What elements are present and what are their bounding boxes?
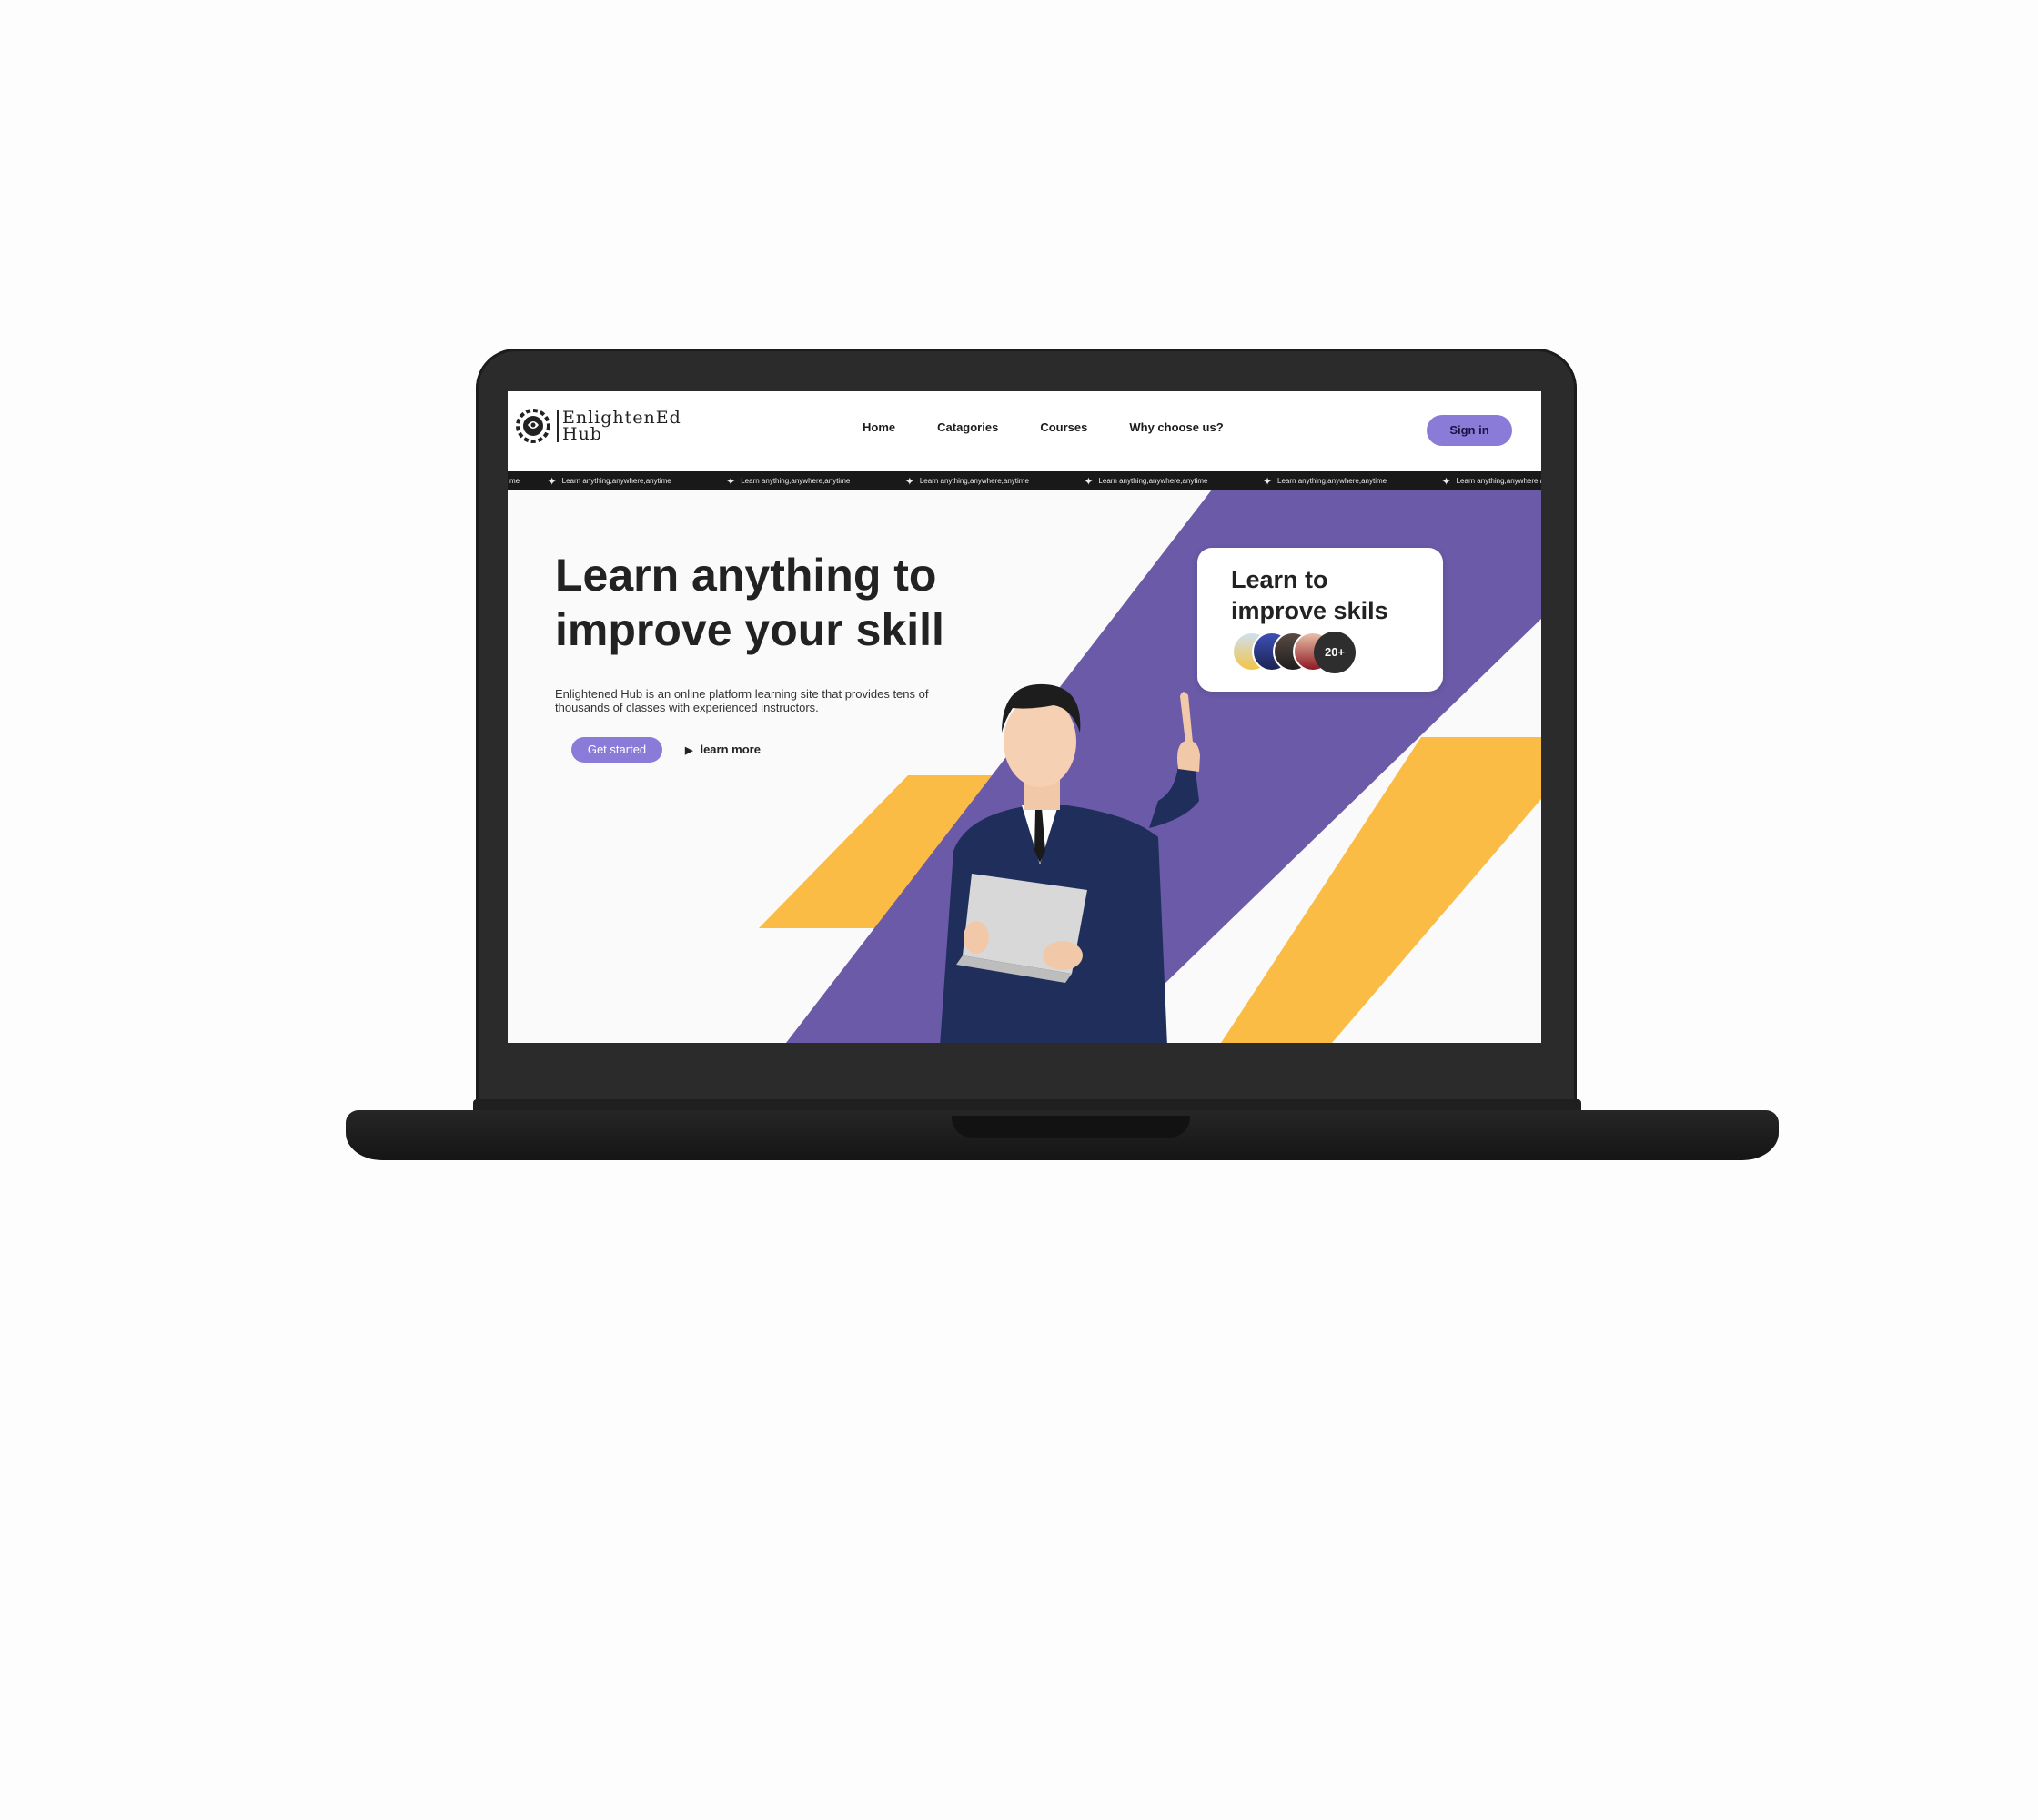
play-icon: ▶ [685, 745, 693, 756]
ticker-text: Learn anything,anywhere,anytime [741, 477, 851, 485]
learn-more-label: learn more [700, 743, 761, 756]
brand-name: EnlightenEd Hub [557, 410, 681, 444]
nav-why-choose-us[interactable]: Why choose us? [1129, 420, 1223, 434]
main-nav: Home Catagories Courses Why choose us? [863, 420, 1224, 434]
ticker-item: ✦ Learn anything,anywhere,anytime [548, 472, 671, 490]
learn-to-improve-card[interactable]: Learn to improve skils 20+ [1197, 548, 1443, 692]
ticker-text: Learn anything,anywhere,anytime [919, 477, 1029, 485]
sparkle-icon: ✦ [1262, 474, 1273, 488]
sparkle-icon: ✦ [726, 474, 736, 488]
sign-in-button[interactable]: Sign in [1427, 415, 1512, 446]
sparkle-icon: ✦ [1441, 474, 1451, 488]
sparkle-icon: ✦ [547, 474, 557, 488]
ticker-item: ✦ Learn anything,anywhere,anytime [1263, 472, 1387, 490]
man-with-laptop-image [940, 683, 1200, 1043]
nav-courses[interactable]: Courses [1040, 420, 1087, 434]
learn-more-button[interactable]: ▶ learn more [685, 739, 761, 761]
laptop-screen: EnlightenEd Hub Home Catagories Courses … [508, 391, 1541, 1043]
ticker-bar: me ✦ Learn anything,anywhere,anytime ✦ Lea… [508, 471, 1541, 490]
nav-categories[interactable]: Catagories [937, 420, 998, 434]
ticker-lead: me [510, 477, 520, 485]
ticker-item: ✦ Learn anything,anywhere,any [1442, 472, 1541, 490]
ticker-item: ✦ Learn anything,anywhere,anytime [726, 472, 850, 490]
ticker-text: Learn anything,anywhere,any [1456, 477, 1541, 485]
brain-icon [516, 409, 550, 443]
brand-name-line2: Hub [562, 424, 602, 444]
ticker-text: Learn anything,anywhere,anytime [1098, 477, 1208, 485]
brand-logo[interactable]: EnlightenEd Hub [515, 408, 681, 444]
nav-home[interactable]: Home [863, 420, 895, 434]
site-header: EnlightenEd Hub Home Catagories Courses … [508, 391, 1541, 471]
card-title: Learn to improve skils [1231, 566, 1388, 624]
sparkle-icon: ✦ [904, 474, 914, 488]
get-started-button[interactable]: Get started [571, 737, 662, 763]
ticker-text: Learn anything,anywhere,anytime [561, 477, 671, 485]
hero-title: Learn anything to improve your skill [555, 550, 944, 655]
sparkle-icon: ✦ [1084, 474, 1094, 488]
ticker-text: Learn anything,anywhere,anytime [1277, 477, 1387, 485]
avatar-count-badge[interactable]: 20+ [1314, 632, 1356, 673]
ticker-item: ✦ Learn anything,anywhere,anytime [905, 472, 1029, 490]
laptop-notch [952, 1116, 1190, 1138]
ticker-item: ✦ Learn anything,anywhere,anytime [1084, 472, 1207, 490]
